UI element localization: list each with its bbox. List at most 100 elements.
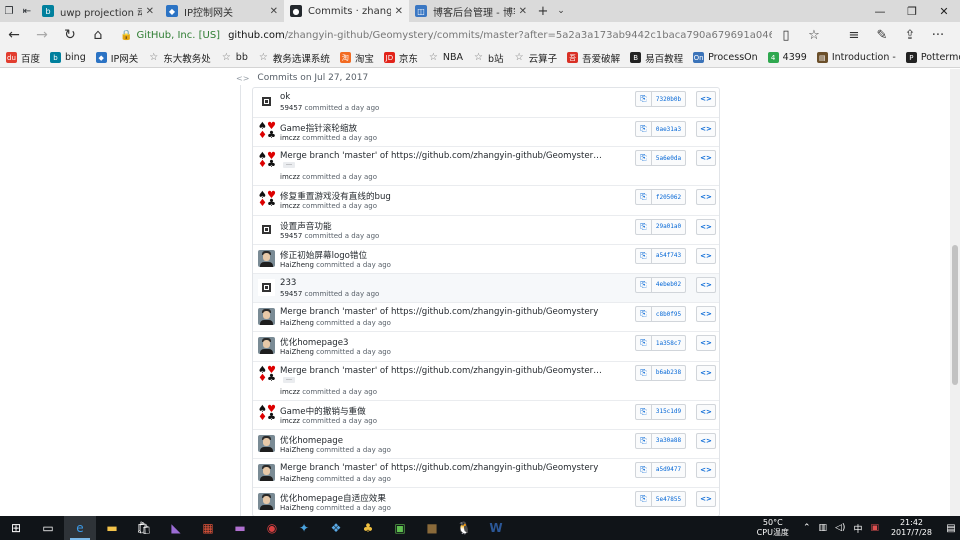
commit-title-link[interactable]: 修复重置游戏没有直线的bug <box>280 190 391 202</box>
favorite-item[interactable]: ☆ b站 <box>473 51 504 65</box>
favorite-item[interactable]: ☆ bb <box>221 52 248 63</box>
favorite-item[interactable]: ☆ 教务选课系统 <box>258 51 330 65</box>
clock[interactable]: 21:42 2017/7/28 <box>891 518 932 538</box>
copy-sha-button[interactable]: ⎘ <box>635 121 652 138</box>
commit-sha-link[interactable]: 315c1d9 <box>652 403 686 420</box>
more-button[interactable]: ··· <box>924 28 952 43</box>
input-method-icon[interactable]: ▣ <box>870 523 879 533</box>
browser-tab[interactable]: ◫ 博客后台管理 - 博客园 ✕ <box>409 0 533 22</box>
minimize-button[interactable]: — <box>864 0 896 22</box>
commit-sha-link[interactable]: 5a6e0da <box>652 150 686 167</box>
commit-sha-link[interactable]: 29a01a0 <box>652 218 686 235</box>
back-button[interactable]: ← <box>0 22 28 48</box>
favorite-item[interactable]: ☆ NBA <box>428 52 463 63</box>
certificate-label[interactable]: GitHub, Inc. [US] <box>136 30 220 41</box>
browse-repo-button[interactable]: <> <box>696 403 716 420</box>
avatar[interactable] <box>258 337 275 355</box>
expand-message-button[interactable]: … <box>283 375 295 383</box>
taskbar-app-yellow[interactable]: ♣ <box>352 516 384 540</box>
tab-close-button[interactable]: ✕ <box>519 6 527 17</box>
commit-author-link[interactable]: imczz <box>280 202 300 210</box>
commit-author-link[interactable]: HaiZheng <box>280 261 314 269</box>
browse-repo-button[interactable]: <> <box>696 189 716 206</box>
commit-author-link[interactable]: HaiZheng <box>280 504 314 512</box>
avatar[interactable] <box>258 249 275 267</box>
volume-icon[interactable]: ◁) <box>835 523 845 533</box>
favorite-item[interactable]: ☆ 东大教务处 <box>148 51 211 65</box>
favorite-item[interactable]: 淘淘宝 <box>339 51 374 65</box>
copy-sha-button[interactable]: ⎘ <box>635 403 652 420</box>
commit-title-link[interactable]: Game指针滚轮缩放 <box>280 122 357 134</box>
avatar[interactable]: ♠ ♥ ♦ ♣ <box>258 151 276 170</box>
commit-author-link[interactable]: HaiZheng <box>280 319 314 327</box>
browser-tab[interactable]: ◆ IP控制网关 ✕ <box>160 0 284 22</box>
task-view-button[interactable]: ▭ <box>32 516 64 540</box>
ime-indicator[interactable]: 中 <box>853 522 862 535</box>
commit-author-link[interactable]: imczz <box>280 417 300 425</box>
favorite-item[interactable]: ◆ IP网关 <box>95 51 138 65</box>
commit-title-link[interactable]: Merge branch 'master' of https://github.… <box>280 366 602 376</box>
avatar[interactable] <box>258 220 275 238</box>
browse-repo-button[interactable]: <> <box>696 218 716 235</box>
taskbar-store[interactable]: 🛍 <box>128 516 160 540</box>
commit-title-link[interactable]: Game中的撤销与重做 <box>280 405 366 417</box>
tab-close-button[interactable]: ✕ <box>270 6 278 17</box>
network-icon[interactable]: ▥ <box>818 523 827 533</box>
commit-sha-link[interactable]: 3a30a88 <box>652 432 686 449</box>
browser-tab[interactable]: b uwp projection 动画 - 必应 ✕ <box>36 0 160 22</box>
commit-author-link[interactable]: 59457 <box>280 104 302 112</box>
commit-title-link[interactable]: ok <box>280 92 290 102</box>
commit-title-link[interactable]: 233 <box>280 278 296 288</box>
commit-title-link[interactable]: 修正初始屏幕logo错位 <box>280 249 367 261</box>
notification-icon[interactable]: ▤ <box>942 523 960 534</box>
copy-sha-button[interactable]: ⎘ <box>635 335 652 352</box>
copy-sha-button[interactable]: ⎘ <box>635 491 652 508</box>
browse-repo-button[interactable]: <> <box>696 247 716 264</box>
avatar[interactable]: ♠ ♥ ♦ ♣ <box>258 365 276 384</box>
start-button[interactable]: ⊞ <box>0 516 32 540</box>
commit-author-link[interactable]: imczz <box>280 173 300 181</box>
copy-sha-button[interactable]: ⎘ <box>635 189 652 206</box>
copy-sha-button[interactable]: ⎘ <box>635 150 652 167</box>
browse-repo-button[interactable]: <> <box>696 150 716 167</box>
taskbar-app-blue[interactable]: ✦ <box>288 516 320 540</box>
expand-message-button[interactable]: … <box>283 161 295 169</box>
address-bar[interactable]: 🔒 GitHub, Inc. [US] github.com /zhangyin… <box>120 30 772 41</box>
copy-sha-button[interactable]: ⎘ <box>635 461 652 478</box>
commit-title-link[interactable]: Merge branch 'master' of https://github.… <box>280 463 598 473</box>
commit-title-link[interactable]: Merge branch 'master' of https://github.… <box>280 151 602 161</box>
share-button[interactable]: ⇪ <box>896 28 924 43</box>
commit-author-link[interactable]: HaiZheng <box>280 446 314 454</box>
taskbar-app-tiles[interactable]: ▦ <box>192 516 224 540</box>
copy-sha-button[interactable]: ⎘ <box>635 306 652 323</box>
reading-view-button[interactable]: ▯ <box>772 28 800 43</box>
copy-sha-button[interactable]: ⎘ <box>635 247 652 264</box>
commit-sha-link[interactable]: a5d9477 <box>652 461 686 478</box>
web-note-button[interactable]: ✎ <box>868 28 896 43</box>
page-scrollbar[interactable] <box>950 69 960 516</box>
avatar[interactable] <box>258 434 275 452</box>
commit-sha-link[interactable]: c8b0f95 <box>652 306 686 323</box>
avatar[interactable] <box>258 308 275 326</box>
taskbar-explorer[interactable]: ▬ <box>96 516 128 540</box>
copy-sha-button[interactable]: ⎘ <box>635 91 652 107</box>
favorite-item[interactable]: 吾吾爱破解 <box>567 51 620 65</box>
commit-sha-link[interactable]: 7320b0b <box>652 91 686 107</box>
maximize-button[interactable]: ❐ <box>896 0 928 22</box>
browse-repo-button[interactable]: <> <box>696 121 716 138</box>
taskbar-app-purple[interactable]: ▬ <box>224 516 256 540</box>
favorite-button[interactable]: ☆ <box>800 28 828 43</box>
favorite-item[interactable]: JD 京东 <box>383 51 418 65</box>
taskbar-word[interactable]: W <box>480 516 512 540</box>
commit-sha-link[interactable]: a54f743 <box>652 247 686 264</box>
cpu-temperature[interactable]: 50°C CPU温度 <box>757 518 789 538</box>
copy-sha-button[interactable]: ⎘ <box>635 276 652 293</box>
commit-title-link[interactable]: 优化homepage自适应效果 <box>280 492 386 504</box>
favorite-item[interactable]: du 百度 <box>6 51 40 65</box>
favorite-item[interactable]: 4 4399 <box>767 52 807 63</box>
avatar[interactable]: ♠ ♥ ♦ ♣ <box>258 122 276 141</box>
avatar[interactable]: ♠ ♥ ♦ ♣ <box>258 190 276 209</box>
favorite-item[interactable]: b bing <box>50 52 86 63</box>
browse-repo-button[interactable]: <> <box>696 276 716 293</box>
commit-author-link[interactable]: imczz <box>280 388 300 396</box>
